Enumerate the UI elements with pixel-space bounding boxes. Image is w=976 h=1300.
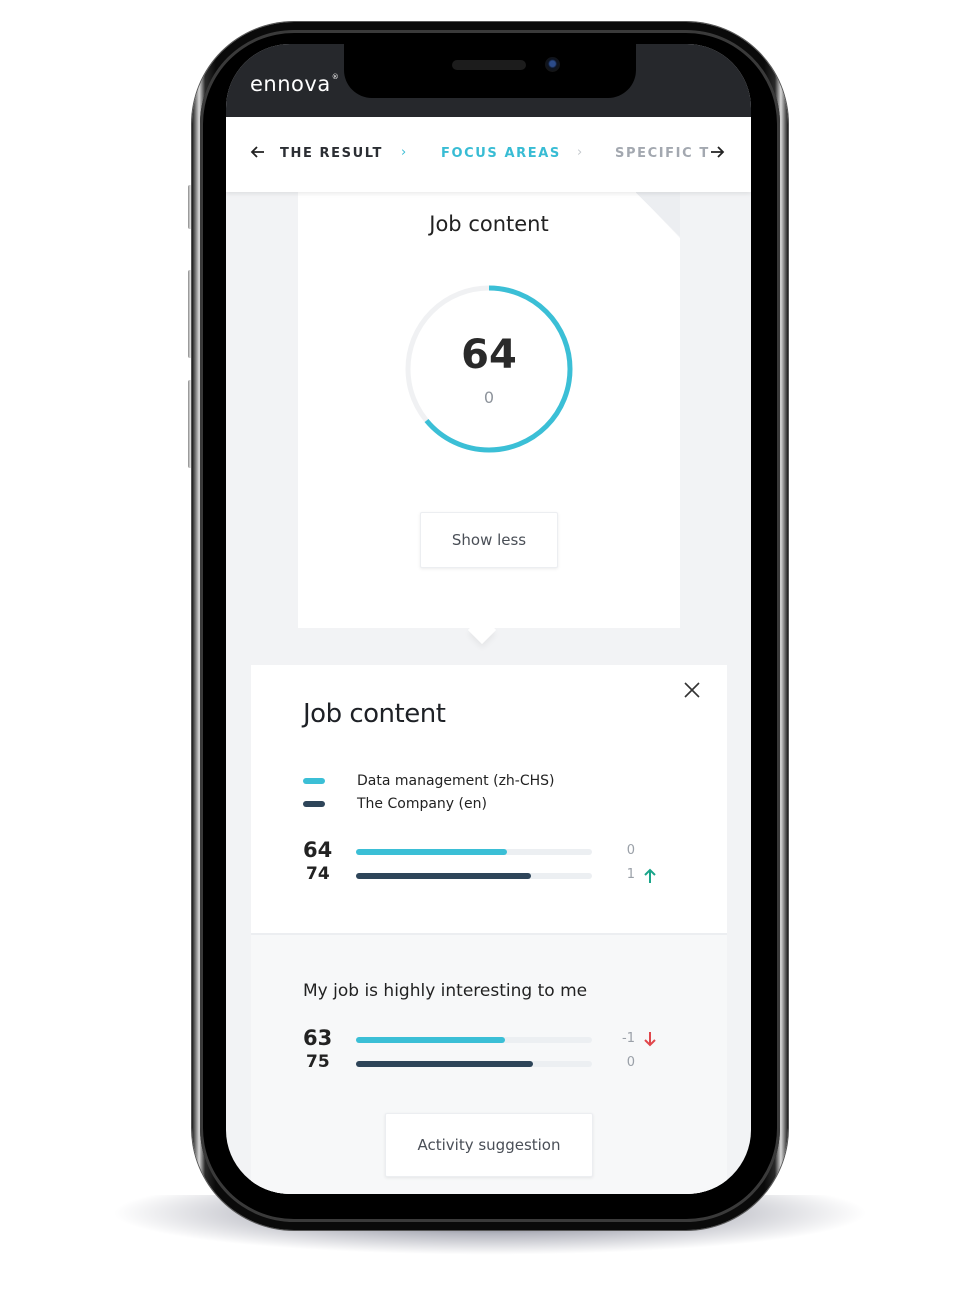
legend-label: Data management (zh-CHS) bbox=[357, 773, 555, 789]
step-navigation: THE RESULT › FOCUS AREAS › SPECIFIC T bbox=[226, 117, 751, 192]
nav-item-specific[interactable]: SPECIFIC T bbox=[615, 146, 710, 161]
score-delta: 0 bbox=[483, 388, 495, 407]
metric-change: -1 bbox=[622, 1031, 635, 1046]
phone-notch bbox=[344, 44, 636, 98]
metric-change: 0 bbox=[626, 843, 635, 858]
arrow-right-icon[interactable] bbox=[709, 144, 725, 165]
activity-suggestion-button[interactable]: Activity suggestion bbox=[385, 1113, 593, 1177]
metric-value: 63 bbox=[303, 1026, 333, 1050]
bar-fill bbox=[356, 1061, 533, 1067]
metric-value: 64 bbox=[303, 838, 333, 862]
question-row: 63 -1 bbox=[303, 1026, 703, 1051]
front-camera bbox=[545, 57, 560, 72]
chevron-right-icon: › bbox=[401, 145, 407, 160]
score-card: Job content 64 0 Show less bbox=[298, 192, 680, 628]
close-icon[interactable] bbox=[681, 679, 703, 701]
legend-swatch bbox=[303, 801, 325, 807]
summary-row: 64 0 bbox=[303, 838, 703, 863]
detail-title: Job content bbox=[303, 699, 446, 729]
summary-row: 74 1 bbox=[303, 864, 703, 887]
metric-value: 74 bbox=[306, 864, 330, 884]
bar-track bbox=[356, 1061, 592, 1067]
legend-label: The Company (en) bbox=[357, 796, 487, 812]
bar-track bbox=[356, 849, 592, 855]
score-value: 64 bbox=[461, 332, 517, 378]
question-text: My job is highly interesting to me bbox=[303, 981, 588, 1001]
show-less-button[interactable]: Show less bbox=[420, 512, 558, 568]
app-header: ennova® bbox=[226, 44, 751, 117]
chevron-right-icon: › bbox=[577, 145, 583, 160]
metric-value: 75 bbox=[306, 1052, 330, 1072]
question-section: My job is highly interesting to me 63 -1… bbox=[251, 933, 727, 1194]
trend-down-icon bbox=[644, 1032, 656, 1047]
bar-fill bbox=[356, 849, 508, 855]
bar-track bbox=[356, 1037, 592, 1043]
speaker-grille bbox=[452, 60, 526, 70]
nav-item-the-result[interactable]: THE RESULT bbox=[280, 146, 383, 161]
card-folded-corner bbox=[636, 192, 680, 238]
detail-panel: Job content Data management (zh-CHS) The… bbox=[251, 665, 727, 1194]
metric-change: 1 bbox=[626, 867, 635, 882]
bar-fill bbox=[356, 873, 531, 879]
question-row: 75 0 bbox=[303, 1052, 703, 1075]
bar-fill bbox=[356, 1037, 505, 1043]
bar-track bbox=[356, 873, 592, 879]
arrow-left-icon[interactable] bbox=[250, 144, 266, 165]
phone-screen: ennova® THE RESULT › FOCUS AREAS › SPECI… bbox=[226, 44, 751, 1194]
ennova-logo: ennova® bbox=[250, 72, 340, 96]
legend-swatch bbox=[303, 778, 325, 784]
trend-up-icon bbox=[644, 868, 656, 883]
metric-change: 0 bbox=[626, 1055, 635, 1070]
nav-item-focus-areas[interactable]: FOCUS AREAS bbox=[441, 146, 561, 161]
score-card-title: Job content bbox=[429, 212, 549, 236]
